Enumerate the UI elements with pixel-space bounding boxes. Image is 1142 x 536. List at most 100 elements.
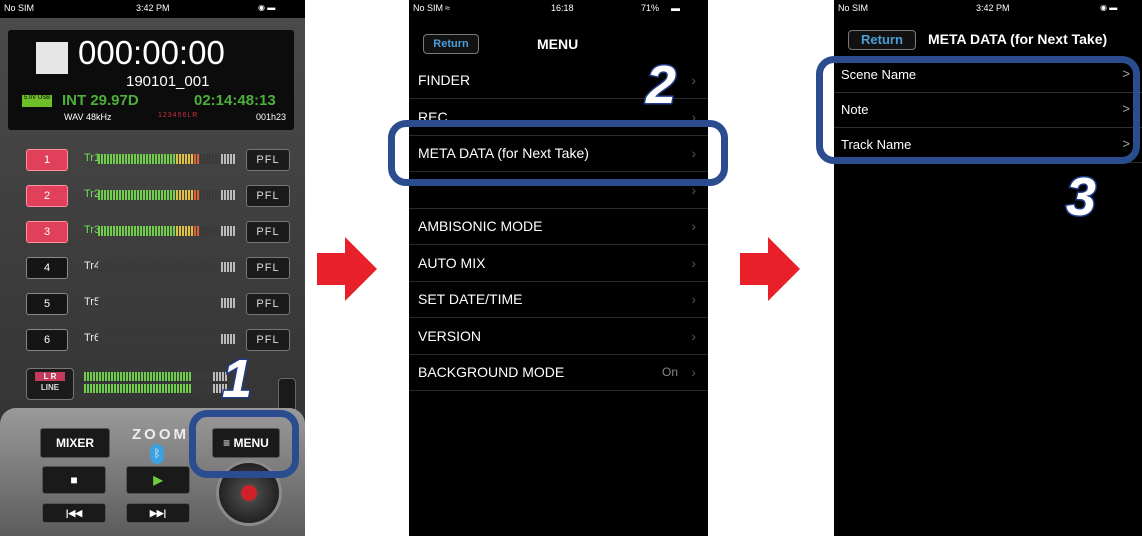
meter-segment (140, 226, 142, 236)
fast-forward-button[interactable]: ▶▶| (126, 503, 190, 523)
meter-segment (152, 298, 154, 308)
meter-segment (179, 190, 181, 200)
meter-segment (135, 372, 137, 381)
meter-segment (209, 262, 211, 272)
meter-segment (194, 154, 196, 164)
chevron-right-icon: › (691, 327, 696, 344)
meter-segment (134, 226, 136, 236)
meter-segment (140, 190, 142, 200)
meter-segment (98, 298, 100, 308)
meter-segment (162, 372, 164, 381)
meter-segment (101, 298, 103, 308)
track-level-meter (98, 226, 235, 236)
meter-segment (87, 384, 89, 393)
meter-segment (119, 298, 121, 308)
meter-segment (227, 298, 229, 308)
pfl-button[interactable]: PFL (246, 257, 290, 279)
meter-segment (218, 334, 220, 344)
meter-segment (179, 262, 181, 272)
meter-segment (210, 372, 212, 381)
meter-segment (143, 262, 145, 272)
pfl-button[interactable]: PFL (246, 293, 290, 315)
menu-item[interactable]: VERSION › (409, 318, 708, 355)
meter-segment (122, 262, 124, 272)
meter-segment (140, 154, 142, 164)
track-arm-button[interactable]: 2 (26, 185, 68, 207)
menu-item-label: VERSION (418, 327, 482, 344)
meter-segment (174, 384, 176, 393)
meter-segment (101, 190, 103, 200)
play-button[interactable]: ▶ (126, 466, 190, 494)
meter-segment (146, 190, 148, 200)
stop-button[interactable]: ■ (42, 466, 106, 494)
pfl-button[interactable]: PFL (246, 185, 290, 207)
menu-item[interactable]: SET DATE/TIME › (409, 281, 708, 318)
meter-segment (123, 372, 125, 381)
meter-segment (134, 298, 136, 308)
meter-segment (107, 334, 109, 344)
meter-segment (117, 384, 119, 393)
meter-segment (137, 154, 139, 164)
meter-segment (146, 298, 148, 308)
meter-segment (140, 334, 142, 344)
meter-segment (149, 226, 151, 236)
meter-segment (143, 154, 145, 164)
track-arm-button[interactable]: 4 (26, 257, 68, 279)
meter-segment (173, 262, 175, 272)
menu-item-label: AUTO MIX (418, 254, 486, 271)
meter-segment (161, 154, 163, 164)
pfl-button[interactable]: PFL (246, 329, 290, 351)
meter-segment (212, 262, 214, 272)
menu-item[interactable]: BACKGROUND MODE On › (409, 354, 708, 391)
meter-segment (105, 372, 107, 381)
lr-line-button[interactable]: L R LINE (26, 368, 74, 400)
meter-segment (146, 262, 148, 272)
pfl-button[interactable]: PFL (246, 221, 290, 243)
meter-segment (122, 154, 124, 164)
meter-segment (110, 298, 112, 308)
meter-segment (96, 372, 98, 381)
return-button[interactable]: Return (423, 34, 479, 54)
meter-segment (191, 154, 193, 164)
meter-segment (227, 154, 229, 164)
meter-segment (132, 372, 134, 381)
menu-item[interactable]: AUTO MIX › (409, 245, 708, 282)
meter-segment (104, 334, 106, 344)
meter-segment (144, 372, 146, 381)
meter-segment (104, 298, 106, 308)
meter-segment (101, 262, 103, 272)
return-button[interactable]: Return (848, 30, 916, 50)
track-arm-button[interactable]: 3 (26, 221, 68, 243)
meter-segment (204, 384, 206, 393)
meter-segment (149, 334, 151, 344)
meter-segment (113, 298, 115, 308)
meter-segment (185, 262, 187, 272)
meter-segment (129, 384, 131, 393)
meter-segment (147, 384, 149, 393)
track-arm-button[interactable]: 5 (26, 293, 68, 315)
meter-segment (123, 384, 125, 393)
track-arm-button[interactable]: 6 (26, 329, 68, 351)
menu-item[interactable]: AMBISONIC MODE › (409, 208, 708, 245)
battery-icon: ◉ ▬ (1100, 3, 1118, 12)
meter-segment (201, 384, 203, 393)
meter-segment (212, 226, 214, 236)
meter-segment (221, 334, 223, 344)
meter-segment (144, 384, 146, 393)
recorder-display: 000:00:00 190101_001 5.0V USB INT 29.97D… (8, 30, 294, 130)
meter-segment (131, 262, 133, 272)
meter-segment (116, 154, 118, 164)
meter-segment (191, 298, 193, 308)
meter-segment (203, 190, 205, 200)
meter-segment (197, 334, 199, 344)
pfl-button[interactable]: PFL (246, 149, 290, 171)
meter-segment (233, 334, 235, 344)
mixer-button[interactable]: MIXER (40, 428, 110, 458)
meter-segment (200, 154, 202, 164)
meter-segment (215, 298, 217, 308)
meter-segment (170, 154, 172, 164)
rewind-button[interactable]: |◀◀ (42, 503, 106, 523)
track-arm-button[interactable]: 1 (26, 149, 68, 171)
meter-segment (155, 334, 157, 344)
meter-segment (102, 384, 104, 393)
